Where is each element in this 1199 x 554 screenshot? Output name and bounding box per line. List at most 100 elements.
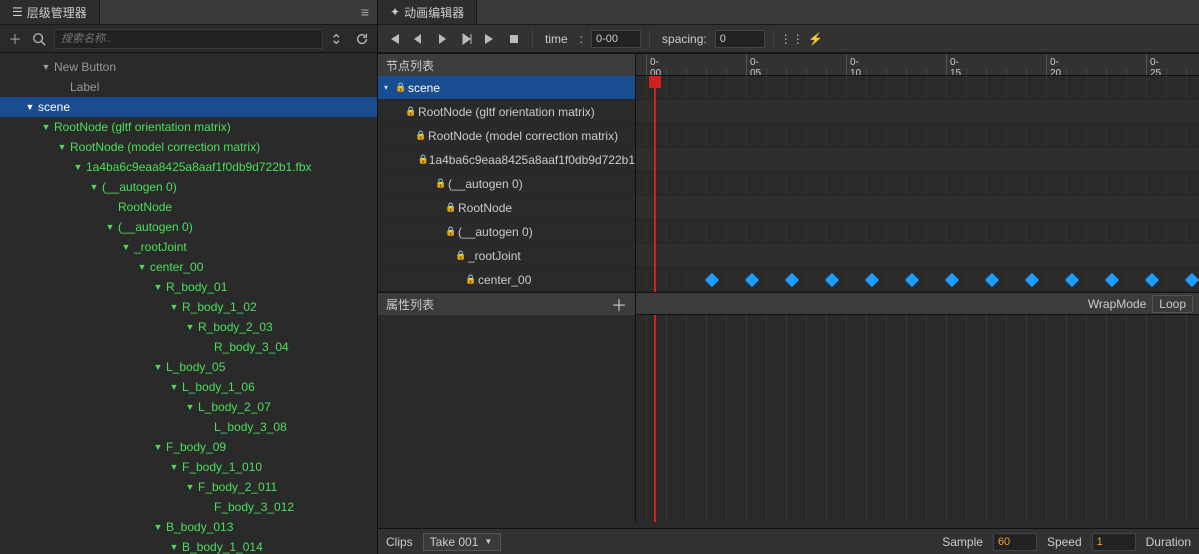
node-row[interactable]: ▾🔒scene [378,76,635,100]
lock-icon[interactable]: 🔒 [444,226,458,237]
caret-icon[interactable] [104,222,116,232]
tree-row[interactable]: R_body_01 [0,277,377,297]
track-row[interactable] [636,148,1199,172]
track-row[interactable] [636,76,1199,100]
snap-toggle[interactable]: ⋮⋮ [782,29,802,49]
caret-icon[interactable] [56,142,68,152]
track-row[interactable] [636,100,1199,124]
caret-icon[interactable] [168,462,180,472]
tree-row[interactable]: F_body_2_011 [0,477,377,497]
tree-row[interactable]: RootNode [0,197,377,217]
prev-frame-button[interactable] [408,29,428,49]
caret-icon[interactable] [40,122,52,132]
timeline-tracks[interactable] [636,76,1199,292]
keyframe[interactable] [945,272,959,286]
tree-row[interactable]: RootNode (model correction matrix) [0,137,377,157]
lock-icon[interactable]: 🔒 [418,154,429,165]
node-list[interactable]: ▾🔒scene🔒RootNode (gltf orientation matri… [378,76,635,292]
tree-row[interactable]: (__autogen 0) [0,217,377,237]
caret-icon[interactable] [184,322,196,332]
keyframe[interactable] [1025,272,1039,286]
keyframe[interactable] [825,272,839,286]
node-row[interactable]: 🔒1a4ba6c9eaa8425a8aaf1f0db9d722b1 [378,148,635,172]
caret-icon[interactable]: ▾ [384,83,394,92]
tree-row[interactable]: L_body_05 [0,357,377,377]
prop-tracks[interactable] [636,315,1199,522]
tree-row[interactable]: F_body_3_012 [0,497,377,517]
stop-button[interactable] [504,29,524,49]
keyframe[interactable] [785,272,799,286]
track-row[interactable] [636,124,1199,148]
spacing-input[interactable] [715,30,765,48]
caret-icon[interactable] [72,162,84,172]
lock-icon[interactable]: 🔒 [444,202,458,213]
tree-row[interactable]: _rootJoint [0,237,377,257]
tree-row[interactable]: L_body_2_07 [0,397,377,417]
keyframe[interactable] [745,272,759,286]
speed-input[interactable] [1092,533,1136,551]
lock-icon[interactable]: 🔒 [464,274,478,285]
playhead-handle[interactable] [649,76,661,88]
clip-select[interactable]: Take 001 ▼ [423,533,502,551]
event-marker-button[interactable]: ⚡ [806,29,826,49]
track-row[interactable] [636,172,1199,196]
keyframe[interactable] [985,272,999,286]
keyframe[interactable] [1065,272,1079,286]
track-row[interactable] [636,244,1199,268]
wrapmode-select[interactable]: Loop [1152,295,1193,313]
tree-row[interactable]: (__autogen 0) [0,177,377,197]
add-node-button[interactable]: ＋ [6,30,24,48]
playhead[interactable] [654,315,656,522]
prop-list[interactable] [378,315,635,522]
node-row[interactable]: 🔒(__autogen 0) [378,172,635,196]
tree-row[interactable]: R_body_2_03 [0,317,377,337]
tree-row[interactable]: R_body_1_02 [0,297,377,317]
last-frame-button[interactable] [480,29,500,49]
refresh-button[interactable] [353,30,371,48]
lock-icon[interactable]: 🔒 [454,250,468,261]
tree-row[interactable]: New Button [0,57,377,77]
keyframe[interactable] [705,272,719,286]
tree-row[interactable]: L_body_1_06 [0,377,377,397]
caret-icon[interactable] [152,362,164,372]
node-row[interactable]: 🔒RootNode (model correction matrix) [378,124,635,148]
search-icon[interactable] [30,30,48,48]
keyframe[interactable] [865,272,879,286]
tree-row[interactable]: center_00 [0,257,377,277]
track-row[interactable] [636,196,1199,220]
caret-icon[interactable] [88,182,100,192]
caret-icon[interactable] [168,542,180,552]
tree-row[interactable]: F_body_1_010 [0,457,377,477]
node-row[interactable]: 🔒center_00 [378,268,635,292]
caret-icon[interactable] [152,442,164,452]
lock-icon[interactable]: 🔒 [434,178,448,189]
caret-icon[interactable] [152,282,164,292]
track-row[interactable] [636,268,1199,292]
node-row[interactable]: 🔒RootNode (gltf orientation matrix) [378,100,635,124]
next-frame-button[interactable] [456,29,476,49]
hierarchy-tree[interactable]: New ButtonLabelsceneRootNode (gltf orien… [0,53,377,554]
caret-icon[interactable] [136,262,148,272]
track-row[interactable] [636,220,1199,244]
caret-icon[interactable] [152,522,164,532]
caret-icon[interactable] [120,242,132,252]
caret-icon[interactable] [184,482,196,492]
anim-tab[interactable]: ✦ 动画编辑器 [378,0,477,24]
node-row[interactable]: 🔒_rootJoint [378,244,635,268]
tree-row[interactable]: R_body_3_04 [0,337,377,357]
play-button[interactable] [432,29,452,49]
keyframe[interactable] [905,272,919,286]
time-input[interactable] [591,30,641,48]
collapse-all-button[interactable] [329,30,347,48]
lock-icon[interactable]: 🔒 [414,130,428,141]
keyframe[interactable] [1105,272,1119,286]
tree-row[interactable]: F_body_09 [0,437,377,457]
search-input[interactable] [54,29,323,49]
keyframe[interactable] [1145,272,1159,286]
add-property-button[interactable]: ＋ [611,292,627,316]
tree-row[interactable]: scene [0,97,377,117]
tree-row[interactable]: B_body_013 [0,517,377,537]
tree-row[interactable]: 1a4ba6c9eaa8425a8aaf1f0db9d722b1.fbx [0,157,377,177]
panel-menu-icon[interactable]: ≡ [353,4,377,20]
timeline-area[interactable]: 0-000-050-100-150-200-25 [636,54,1199,292]
